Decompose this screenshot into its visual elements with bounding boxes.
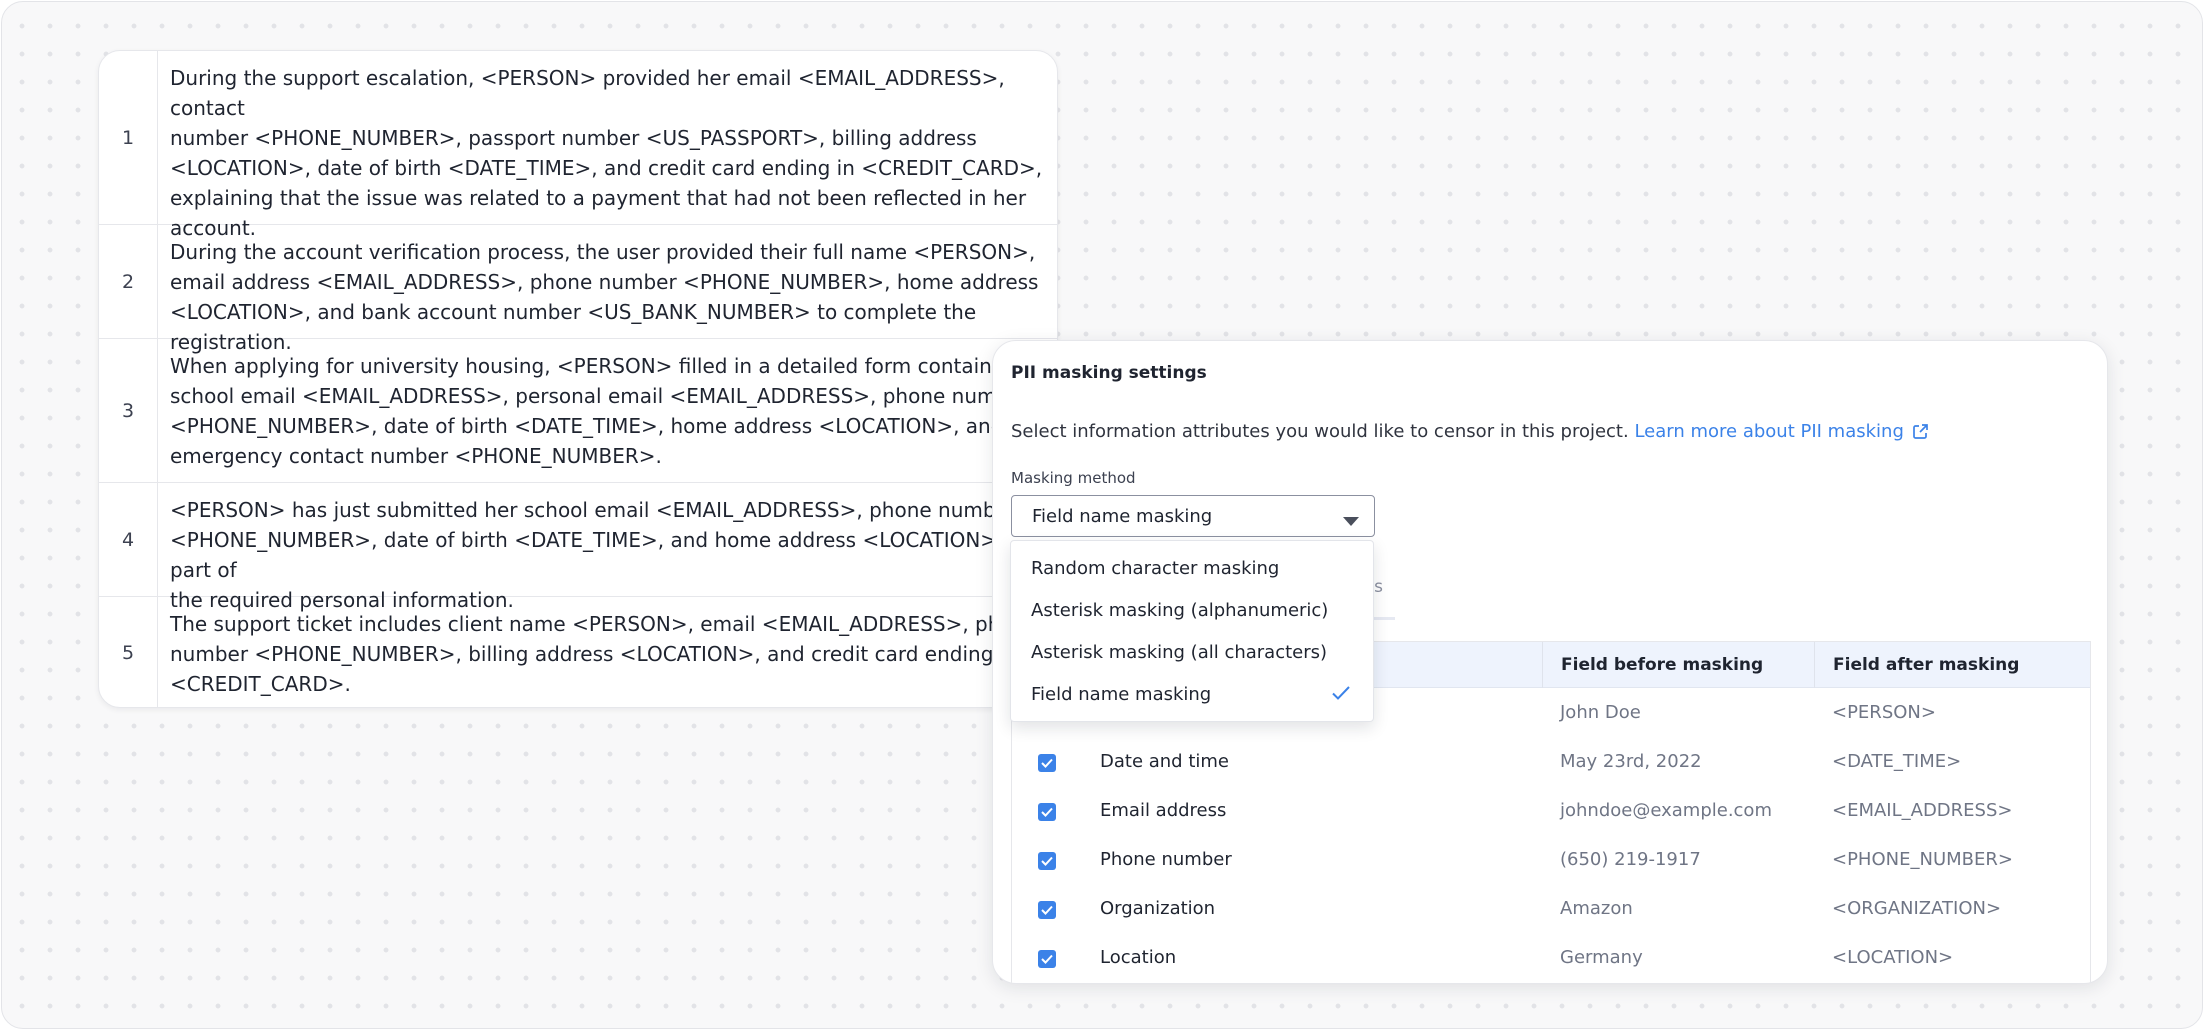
- attribute-name: Phone number: [1100, 849, 1232, 870]
- column-before: Field before masking: [1542, 642, 1814, 688]
- option-label: Random character masking: [1031, 557, 1280, 579]
- learn-more-link[interactable]: Learn more about PII masking: [1634, 421, 1928, 442]
- table-row: Organization Amazon <ORGANIZATION>: [1012, 885, 2090, 934]
- row-text: When applying for university housing, <P…: [170, 354, 1030, 468]
- row-text: The support ticket includes client name …: [170, 612, 1038, 696]
- table-row: Email address johndoe@example.com <EMAIL…: [1012, 787, 2090, 836]
- before-value: John Doe: [1560, 702, 1641, 723]
- row-number: 1: [99, 51, 158, 224]
- row-number: 2: [99, 225, 158, 338]
- row-number: 3: [99, 339, 158, 482]
- option-label: Field name masking: [1031, 683, 1212, 705]
- after-value: <PERSON>: [1832, 702, 1936, 723]
- column-after: Field after masking: [1814, 642, 2090, 688]
- external-link-icon: [1912, 423, 1929, 445]
- menu-option-asterisk-all[interactable]: Asterisk masking (all characters): [1011, 631, 1373, 673]
- before-value: (650) 219-1917: [1560, 849, 1701, 870]
- after-value: <ORGANIZATION>: [1832, 898, 2002, 919]
- after-value: <LOCATION>: [1832, 947, 1954, 968]
- row-text: During the support escalation, <PERSON> …: [170, 66, 1043, 240]
- table-row[interactable]: 3 When applying for university housing, …: [99, 339, 1057, 483]
- masking-method-label: Masking method: [1011, 469, 1136, 487]
- attribute-name: Organization: [1100, 898, 1216, 919]
- check-icon: [1331, 685, 1351, 706]
- menu-option-asterisk-alphanumeric[interactable]: Asterisk masking (alphanumeric): [1011, 589, 1373, 631]
- masking-method-menu: Random character masking Asterisk maskin…: [1010, 540, 1374, 722]
- table-row: Phone number (650) 219-1917 <PHONE_NUMBE…: [1012, 836, 2090, 885]
- after-value: <PHONE_NUMBER>: [1832, 849, 2013, 870]
- checkbox-checked-icon[interactable]: [1038, 950, 1056, 968]
- panel-description: Select information attributes you would …: [1011, 421, 1929, 445]
- checkbox-checked-icon[interactable]: [1038, 901, 1056, 919]
- table-row[interactable]: 5 The support ticket includes client nam…: [99, 597, 1057, 707]
- checkbox-checked-icon[interactable]: [1038, 852, 1056, 870]
- before-value: Germany: [1560, 947, 1643, 968]
- option-label: Asterisk masking (all characters): [1031, 641, 1328, 663]
- canvas-background: 1 During the support escalation, <PERSON…: [1, 1, 2203, 1029]
- checkbox-checked-icon[interactable]: [1038, 803, 1056, 821]
- attribute-name: Location: [1100, 947, 1177, 968]
- menu-option-random[interactable]: Random character masking: [1011, 547, 1373, 589]
- checkbox-checked-icon[interactable]: [1038, 754, 1056, 772]
- attribute-name: Email address: [1100, 800, 1227, 821]
- row-text: During the account verification process,…: [170, 240, 1039, 354]
- table-row[interactable]: 4 <PERSON> has just submitted her school…: [99, 483, 1057, 612]
- before-value: johndoe@example.com: [1560, 800, 1772, 821]
- before-value: Amazon: [1560, 898, 1633, 919]
- caret-down-icon: [1342, 511, 1360, 532]
- selected-method: Field name masking: [1032, 505, 1213, 527]
- menu-option-field-name[interactable]: Field name masking: [1011, 673, 1373, 715]
- row-text: <PERSON> has just submitted her school e…: [170, 498, 1026, 612]
- attribute-name: Date and time: [1100, 751, 1229, 772]
- table-row: Date and time May 23rd, 2022 <DATE_TIME>: [1012, 738, 2090, 787]
- learn-more-label: Learn more about PII masking: [1634, 421, 1904, 442]
- table-row[interactable]: 1 During the support escalation, <PERSON…: [99, 51, 1057, 240]
- row-number: 5: [99, 597, 158, 707]
- row-number: 4: [99, 483, 158, 596]
- text-table: 1 During the support escalation, <PERSON…: [98, 50, 1058, 708]
- masking-method-select[interactable]: Field name masking: [1011, 495, 1375, 537]
- after-value: <EMAIL_ADDRESS>: [1832, 800, 2013, 821]
- description-text: Select information attributes you would …: [1011, 421, 1629, 442]
- table-row[interactable]: 2 During the account verification proces…: [99, 225, 1057, 354]
- panel-title: PII masking settings: [1011, 363, 1207, 383]
- before-value: May 23rd, 2022: [1560, 751, 1702, 772]
- option-label: Asterisk masking (alphanumeric): [1031, 599, 1329, 621]
- table-row: Location Germany <LOCATION>: [1012, 934, 2090, 983]
- after-value: <DATE_TIME>: [1832, 751, 1962, 772]
